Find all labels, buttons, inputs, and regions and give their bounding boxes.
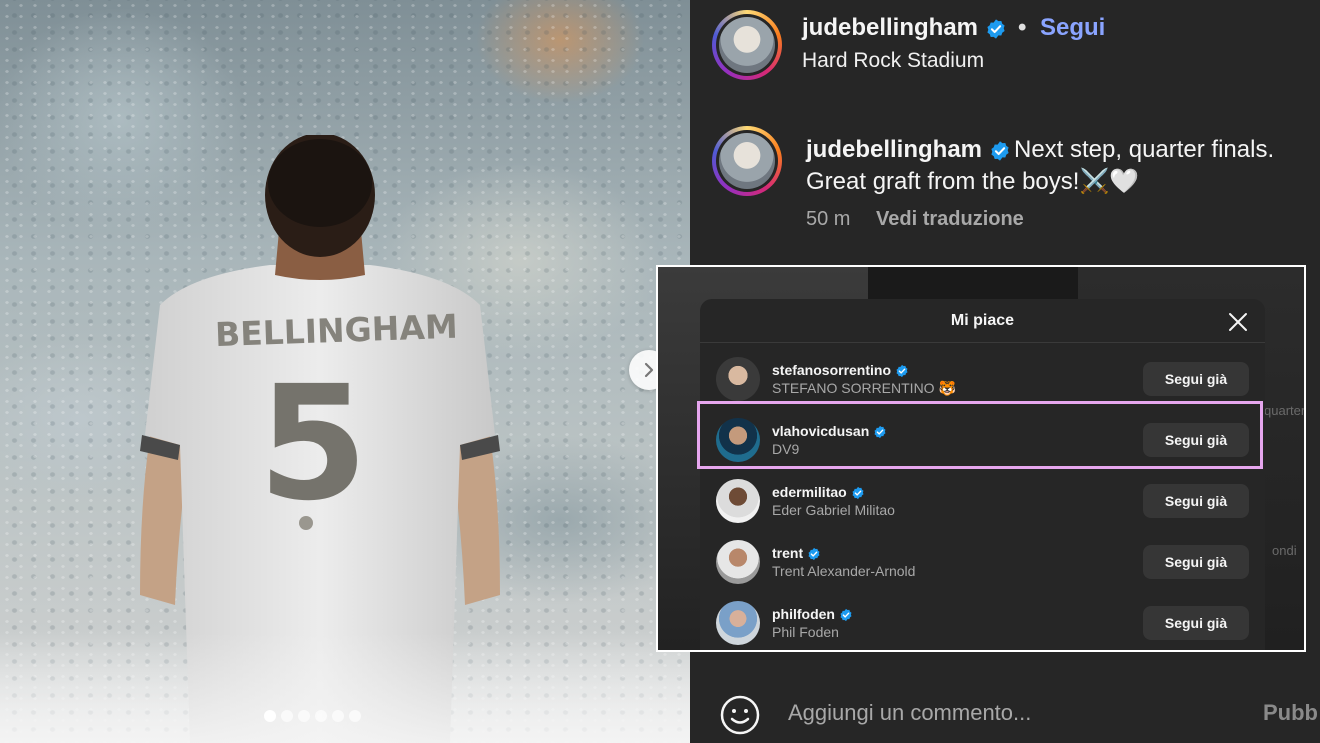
photo-fade — [0, 633, 690, 743]
author-avatar-image — [719, 17, 775, 73]
liker-username-text: vlahovicdusan — [772, 423, 870, 439]
verified-badge-icon — [840, 609, 852, 622]
post-timestamp: 50 m — [806, 208, 851, 230]
liker-username[interactable]: edermilitao — [772, 484, 865, 500]
following-button[interactable]: Segui già — [1143, 362, 1249, 396]
comment-input[interactable] — [788, 700, 1228, 726]
verified-badge-icon — [896, 365, 908, 378]
caption-text-line2: Great graft from the boys!⚔️🤍 — [806, 168, 1140, 195]
modal-divider — [700, 342, 1265, 343]
carousel-dot — [264, 710, 276, 722]
following-button[interactable]: Segui già — [1143, 606, 1249, 640]
carousel-indicator — [264, 710, 361, 722]
liker-full-name: STEFANO SORRENTINO 🐯 — [772, 380, 956, 396]
header-separator: • — [1018, 14, 1027, 41]
publish-button[interactable]: Pubb — [1263, 700, 1318, 726]
comment-bar: Pubb — [690, 680, 1320, 743]
liker-avatar[interactable] — [716, 418, 760, 462]
liker-row[interactable]: trent Trent Alexander-Arnold Segui già — [700, 532, 1265, 592]
background-text-fragment: ondi — [1272, 543, 1297, 558]
liker-full-name: Phil Foden — [772, 624, 839, 640]
verified-badge-icon — [808, 548, 820, 561]
verified-badge-icon — [874, 426, 886, 439]
likes-modal-title: Mi piace — [950, 312, 1015, 329]
carousel-dot — [281, 710, 293, 722]
liker-row[interactable]: philfoden Phil Foden Segui già — [700, 593, 1265, 650]
emoji-icon[interactable] — [720, 695, 760, 735]
liker-username[interactable]: trent — [772, 545, 821, 561]
caption-text-line1: Next step, quarter finals. — [1014, 136, 1275, 163]
caption-author-avatar[interactable] — [712, 126, 782, 196]
liker-username-text: trent — [772, 545, 804, 561]
jersey-name: BELLINGHAM — [214, 306, 459, 355]
liker-avatar[interactable] — [716, 601, 760, 645]
liker-username-text: stefanosorrentino — [772, 362, 892, 378]
carousel-dot — [332, 710, 344, 722]
liker-username-text: edermilitao — [772, 484, 847, 500]
author-avatar[interactable] — [712, 10, 782, 80]
liker-row[interactable]: vlahovicdusan DV9 Segui già — [700, 410, 1265, 470]
follow-button[interactable]: Segui — [1040, 14, 1105, 42]
background-text-fragment: quarter — [1264, 403, 1306, 418]
carousel-dot — [315, 710, 327, 722]
see-translation-link[interactable]: Vedi traduzione — [876, 208, 1024, 231]
post-photo[interactable]: BELLINGHAM 5 — [0, 0, 690, 743]
following-button[interactable]: Segui già — [1143, 545, 1249, 579]
verified-badge-icon — [852, 487, 864, 500]
author-username-header[interactable]: judebellingham — [802, 14, 1007, 42]
carousel-dot — [349, 710, 361, 722]
liker-username-text: philfoden — [772, 606, 835, 622]
following-button[interactable]: Segui già — [1143, 423, 1249, 457]
liker-username[interactable]: philfoden — [772, 606, 853, 622]
liker-avatar[interactable] — [716, 540, 760, 584]
carousel-dot — [298, 710, 310, 722]
likes-modal: Mi piace stefanosorrentino STEFANO SORRE… — [700, 299, 1265, 650]
liker-username[interactable]: vlahovicdusan — [772, 423, 887, 439]
caption-username-text: judebellingham — [806, 136, 983, 163]
liker-full-name: Trent Alexander-Arnold — [772, 563, 916, 579]
liker-row[interactable]: stefanosorrentino STEFANO SORRENTINO 🐯 S… — [700, 349, 1265, 409]
liker-avatar[interactable] — [716, 357, 760, 401]
caption-username[interactable]: judebellingham — [806, 136, 1011, 164]
jersey-number: 5 — [258, 352, 368, 536]
likes-modal-screenshot: quarter ondi Mi piace stefanosorrentino … — [656, 265, 1306, 652]
following-button[interactable]: Segui già — [1143, 484, 1249, 518]
liker-full-name: Eder Gabriel Militao — [772, 502, 895, 518]
caption-avatar-image — [719, 133, 775, 189]
chevron-right-icon — [644, 362, 654, 378]
liker-username[interactable]: stefanosorrentino — [772, 362, 909, 378]
liker-avatar[interactable] — [716, 479, 760, 523]
post-location[interactable]: Hard Rock Stadium — [802, 49, 984, 73]
liker-full-name: DV9 — [772, 441, 800, 457]
liker-row[interactable]: edermilitao Eder Gabriel Militao Segui g… — [700, 471, 1265, 531]
close-icon[interactable] — [1227, 311, 1249, 333]
verified-badge-icon — [991, 141, 1009, 161]
author-username-text: judebellingham — [802, 14, 979, 41]
verified-badge-icon — [987, 19, 1005, 39]
